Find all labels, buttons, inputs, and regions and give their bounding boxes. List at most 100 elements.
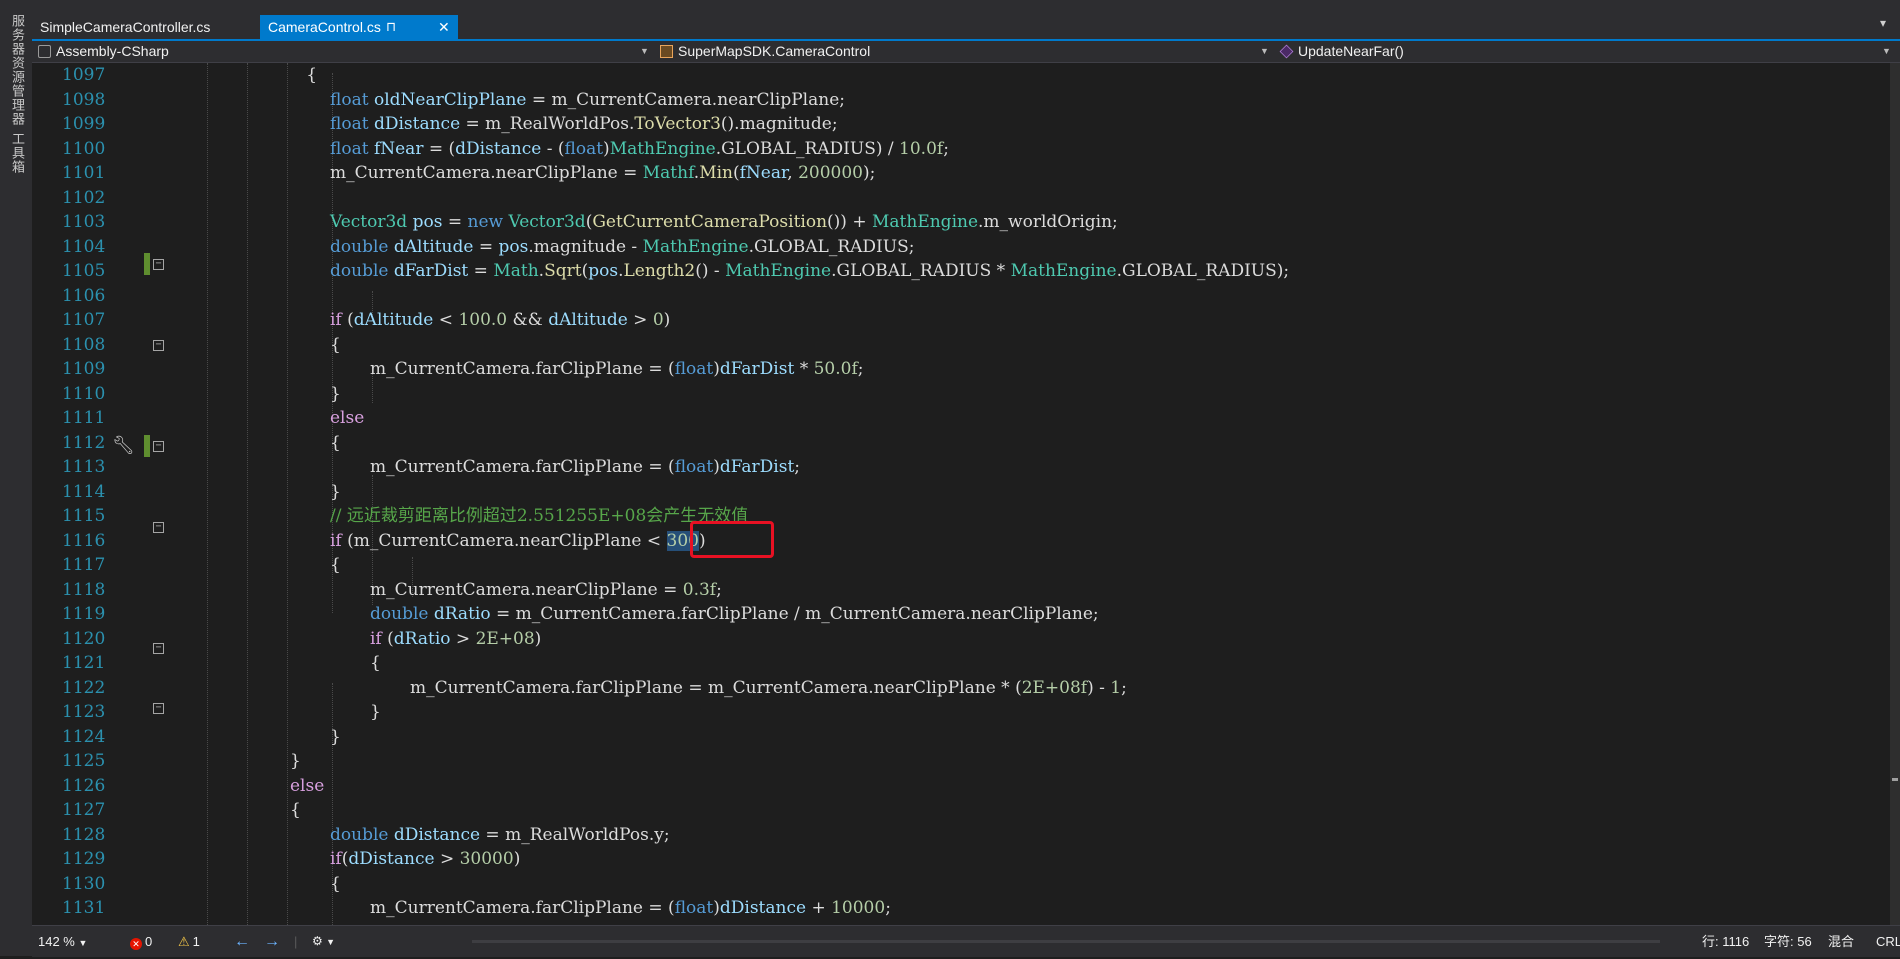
tab-simplecameracontroller[interactable]: SimpleCameraController.cs — [32, 15, 260, 39]
code-line: else — [290, 775, 325, 796]
warning-icon: ⚠ — [178, 934, 190, 949]
project-dropdown[interactable]: Assembly-CSharp — [38, 41, 678, 62]
project-label: Assembly-CSharp — [56, 43, 169, 59]
chevron-down-icon[interactable]: ▼ — [1882, 41, 1891, 62]
code-line: } — [330, 383, 341, 404]
line-number: 1120 — [62, 628, 106, 649]
type-dropdown[interactable]: SuperMapSDK.CameraControl — [660, 41, 1300, 62]
line-number: 1122 — [62, 677, 106, 698]
line-number: 1111 — [62, 408, 106, 428]
code-line: { — [330, 334, 341, 355]
cursor-column: 字符: 56 — [1764, 934, 1812, 949]
type-label: SuperMapSDK.CameraControl — [678, 43, 871, 59]
line-number: 1105 — [62, 261, 106, 281]
member-dropdown[interactable]: UpdateNearFar() — [1279, 41, 1880, 62]
code-line: if (dAltitude < 100.0 && dAltitude > 0) — [330, 310, 671, 330]
line-number: 1104 — [62, 236, 106, 257]
line-number: 1118 — [62, 579, 106, 600]
code-line: } — [290, 751, 301, 771]
line-number: 1126 — [62, 775, 106, 796]
code-comment: // 远近裁剪距离比例超过2.551255E+08会产生无效值 — [330, 506, 749, 526]
toolbox-tab[interactable]: 工具箱 — [8, 132, 27, 174]
pin-icon[interactable]: ⊓ — [386, 15, 396, 39]
line-number: 1110 — [62, 383, 106, 404]
chevron-down-icon: ▼ — [78, 938, 88, 948]
class-icon — [660, 45, 673, 58]
error-icon: ✕ — [130, 938, 142, 950]
separator: | — [294, 934, 298, 949]
warning-count[interactable]: ⚠ 1 — [178, 926, 200, 957]
tab-label: SimpleCameraController.cs — [40, 19, 211, 35]
code-line: m_CurrentCamera.farClipPlane = (float)dF… — [370, 359, 864, 379]
line-number: 1131 — [62, 898, 106, 918]
code-editor[interactable]: − − − − − − 🔧︎ 1097 { 1098 float oldNearC… — [32, 63, 1900, 925]
code-line: { — [370, 653, 381, 673]
tab-label: CameraControl.cs — [268, 19, 381, 35]
line-number: 1099 — [62, 114, 106, 134]
navigate-back-icon[interactable]: ← — [234, 926, 250, 957]
line-number: 1124 — [62, 726, 106, 747]
code-line: { — [330, 555, 341, 575]
zoom-dropdown[interactable]: 142 % ▼ — [38, 926, 87, 957]
line-number: 1117 — [62, 555, 106, 575]
code-line: if (m_CurrentCamera.nearClipPlane < 300) — [330, 530, 706, 551]
code-line: } — [330, 726, 341, 747]
indent-mode[interactable]: 混合 — [1828, 926, 1854, 957]
line-number: 1113 — [62, 457, 106, 477]
line-number: 1102 — [62, 187, 106, 208]
server-explorer-tab[interactable]: 服务器资源管理器 — [8, 14, 27, 126]
code-line: { — [330, 432, 341, 453]
line-number: 1100 — [62, 138, 106, 159]
code-line: } — [330, 481, 341, 502]
tab-overflow-dropdown-icon[interactable]: ▾ — [1880, 16, 1886, 30]
code-line: Vector3d pos = new Vector3d(GetCurrentCa… — [330, 212, 1118, 232]
code-line: float dDistance = m_RealWorldPos.ToVecto… — [330, 114, 838, 134]
line-number: 1098 — [62, 89, 106, 110]
code-line: if (dRatio > 2E+08) — [370, 628, 542, 649]
chevron-down-icon[interactable]: ▼ — [1260, 41, 1269, 62]
line-number: 1109 — [62, 359, 106, 379]
chevron-down-icon[interactable]: ▼ — [640, 41, 649, 62]
editor-status-bar: 142 % ▼ ✕ 0 ⚠ 1 ← → | ⚙ ▼ 行: 1116 字符: 56 混… — [32, 925, 1900, 957]
code-line: double dFarDist = Math.Sqrt(pos.Length2(… — [330, 261, 1290, 281]
code-line: { — [330, 873, 341, 894]
line-number: 1103 — [62, 212, 106, 232]
line-number: 1119 — [62, 604, 106, 624]
toolwindow-strip: 服务器资源管理器 工具箱 — [0, 0, 33, 956]
line-number: 1106 — [62, 285, 106, 306]
code-line: double dRatio = m_CurrentCamera.farClipP… — [370, 604, 1099, 624]
line-number: 1114 — [62, 481, 106, 502]
project-icon — [38, 45, 51, 58]
member-label: UpdateNearFar() — [1298, 43, 1404, 59]
code-line: m_CurrentCamera.farClipPlane = (float)dF… — [370, 457, 801, 477]
code-line: double dAltitude = pos.magnitude - MathE… — [330, 236, 915, 257]
tab-cameracontrol[interactable]: CameraControl.cs ⊓ ✕ — [260, 15, 458, 39]
line-number: 1107 — [62, 310, 106, 330]
warning-count-label: 1 — [192, 934, 200, 949]
line-number: 1123 — [62, 702, 106, 722]
line-number: 1116 — [62, 530, 106, 551]
cursor-line: 行: 1116 — [1702, 934, 1750, 949]
vertical-scrollbar[interactable] — [1890, 63, 1900, 925]
code-line: if(dDistance > 30000) — [330, 849, 521, 869]
code-line: { — [290, 65, 318, 85]
code-line: m_CurrentCamera.nearClipPlane = 0.3f; — [370, 579, 722, 600]
line-number: 1128 — [62, 824, 106, 845]
horizontal-scrollbar[interactable] — [472, 940, 1660, 943]
close-icon[interactable]: ✕ — [438, 15, 450, 39]
line-number: 1121 — [62, 653, 106, 673]
line-number: 1125 — [62, 751, 106, 771]
line-number: 1115 — [62, 506, 106, 526]
navigate-forward-icon[interactable]: → — [264, 926, 280, 957]
chevron-down-icon: ▼ — [326, 937, 336, 947]
line-number: 1130 — [62, 873, 106, 894]
code-cleanup-icon[interactable]: ⚙ ▼ — [312, 926, 335, 957]
line-number: 1129 — [62, 849, 106, 869]
code-line: m_CurrentCamera.nearClipPlane = Mathf.Mi… — [330, 163, 876, 183]
line-ending[interactable]: CRLF — [1876, 926, 1900, 957]
document-tab-bar: SimpleCameraController.cs CameraControl.… — [32, 0, 1900, 40]
line-number: 1097 — [62, 65, 106, 85]
navigation-bar: Assembly-CSharp ▼ SuperMapSDK.CameraCont… — [32, 41, 1900, 63]
zoom-level: 142 % — [38, 934, 75, 949]
error-count[interactable]: ✕ 0 — [130, 926, 152, 957]
